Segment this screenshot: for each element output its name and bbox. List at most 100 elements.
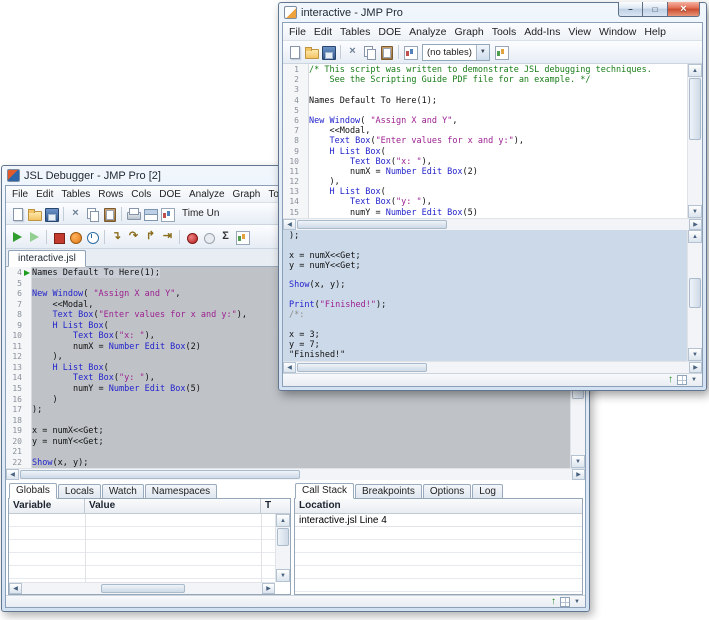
menu-file[interactable]: File [8,188,32,201]
menu-rows[interactable]: Rows [94,188,127,201]
scroll-left-icon[interactable]: ◀ [283,219,296,230]
cut-icon[interactable]: × [67,206,84,222]
tab-call-stack[interactable]: Call Stack [295,483,354,499]
scroll-down-icon[interactable]: ▼ [688,205,702,218]
disable-breakpoints-icon[interactable] [200,229,217,245]
interactive-titlebar[interactable]: interactive - JMP Pro – □ × [279,3,706,22]
cut-icon[interactable]: × [344,44,361,60]
menu-analyze[interactable]: Analyze [185,188,229,201]
menu-graph[interactable]: Graph [229,188,265,201]
paste-icon[interactable] [378,44,395,60]
menu-doe[interactable]: DOE [374,25,405,39]
menu-tables[interactable]: Tables [336,25,374,39]
print-icon[interactable] [125,206,142,222]
profiler-icon[interactable] [234,229,251,245]
menu-window[interactable]: Window [595,25,640,39]
debug-run-icon[interactable] [9,229,26,245]
debug-timer-icon[interactable] [84,229,101,245]
menu-view[interactable]: View [564,25,595,39]
scroll-right-icon[interactable]: ▶ [572,469,585,480]
menu-analyze[interactable]: Analyze [405,25,450,39]
chevron-down-icon[interactable]: ▼ [476,45,489,60]
script-editor[interactable]: 1/* This script was written to demonstra… [283,64,702,218]
chart-icon[interactable] [402,44,419,60]
column-type[interactable]: T [261,499,290,513]
close-button[interactable]: × [667,2,700,17]
new-script-icon[interactable] [9,206,26,222]
scroll-down-icon[interactable]: ▼ [688,348,702,361]
scrollbar-thumb[interactable] [689,278,701,308]
menu-cols[interactable]: Cols [127,188,155,201]
scroll-down-icon[interactable]: ▼ [571,455,585,468]
debug-run-all-icon[interactable] [26,229,43,245]
open-icon[interactable] [303,44,320,60]
vertical-scrollbar[interactable]: ▲ ▼ [687,230,702,361]
save-icon[interactable] [43,206,60,222]
callstack-table[interactable]: Location interactive.jsl Line 4 [294,498,583,595]
scroll-left-icon[interactable]: ◀ [9,583,22,594]
callstack-row[interactable]: interactive.jsl Line 4 [295,514,582,527]
menu-edit[interactable]: Edit [310,25,336,39]
scroll-to-top-icon[interactable]: ↑ [551,597,556,607]
column-location[interactable]: Location [295,499,582,513]
scroll-to-top-icon[interactable]: ↑ [668,375,673,385]
horizontal-scrollbar[interactable]: ◀ ▶ [283,361,702,373]
step-over-icon[interactable]: ↷ [125,229,142,245]
sigma-icon[interactable]: Σ [217,229,234,245]
scroll-right-icon[interactable]: ▶ [689,219,702,230]
data-table-icon[interactable] [142,206,159,222]
horizontal-scrollbar[interactable]: ◀ ▶ [6,468,585,480]
tab-interactive-jsl[interactable]: interactive.jsl [8,250,86,267]
debug-stop-icon[interactable] [50,229,67,245]
globals-table[interactable]: Variable Value T ▲ ▼ ◀ [8,498,291,595]
menu-graph[interactable]: Graph [451,25,488,39]
scroll-down-icon[interactable]: ▼ [276,569,290,582]
menu-file[interactable]: File [285,25,310,39]
paste-icon[interactable] [101,206,118,222]
horizontal-scrollbar[interactable]: ◀ ▶ [283,218,702,230]
scrollbar-thumb[interactable] [297,363,427,372]
copy-icon[interactable] [361,44,378,60]
scrollbar-thumb[interactable] [297,220,447,229]
debug-break-icon[interactable] [67,229,84,245]
scrollbar-thumb[interactable] [101,584,185,593]
scroll-left-icon[interactable]: ◀ [283,362,296,373]
minimize-button[interactable]: – [618,2,642,17]
menu-add-ins[interactable]: Add-Ins [520,25,564,39]
scroll-right-icon[interactable]: ▶ [262,583,275,594]
tab-options[interactable]: Options [423,484,471,499]
status-dropdown-icon[interactable]: ▼ [691,377,697,383]
scrollbar-thumb[interactable] [689,78,701,140]
tab-namespaces[interactable]: Namespaces [145,484,217,499]
maximize-button[interactable]: □ [642,2,667,17]
script-log-pane[interactable]: );x = numX<<Get;y = numY<<Get;Show(x, y)… [283,230,702,361]
scroll-right-icon[interactable]: ▶ [689,362,702,373]
vertical-scrollbar[interactable]: ▲ ▼ [687,64,702,218]
column-variable[interactable]: Variable [9,499,85,513]
status-dropdown-icon[interactable]: ▼ [574,599,580,605]
window-layout-icon[interactable] [560,597,570,607]
chart-icon[interactable] [159,206,176,222]
tab-log[interactable]: Log [472,484,503,499]
menu-help[interactable]: Help [640,25,670,39]
new-script-icon[interactable] [286,44,303,60]
menu-doe[interactable]: DOE [155,188,185,201]
breakpoint-icon[interactable] [183,229,200,245]
scrollbar-thumb[interactable] [20,470,300,479]
window-layout-icon[interactable] [677,375,687,385]
step-into-icon[interactable]: ↴ [108,229,125,245]
tab-globals[interactable]: Globals [9,483,57,499]
menu-edit[interactable]: Edit [32,188,57,201]
scrollbar-thumb[interactable] [277,528,289,546]
tab-watch[interactable]: Watch [102,484,144,499]
vertical-scrollbar[interactable]: ▲ ▼ [275,514,290,582]
open-icon[interactable] [26,206,43,222]
copy-icon[interactable] [84,206,101,222]
menu-tables[interactable]: Tables [57,188,94,201]
column-value[interactable]: Value [85,499,261,513]
menu-tools[interactable]: Tools [488,25,521,39]
run-to-cursor-icon[interactable]: ⇥ [159,229,176,245]
scroll-up-icon[interactable]: ▲ [276,514,290,527]
horizontal-scrollbar[interactable]: ◀ ▶ [9,582,275,594]
tables-dropdown[interactable]: (no tables) ▼ [422,44,490,61]
